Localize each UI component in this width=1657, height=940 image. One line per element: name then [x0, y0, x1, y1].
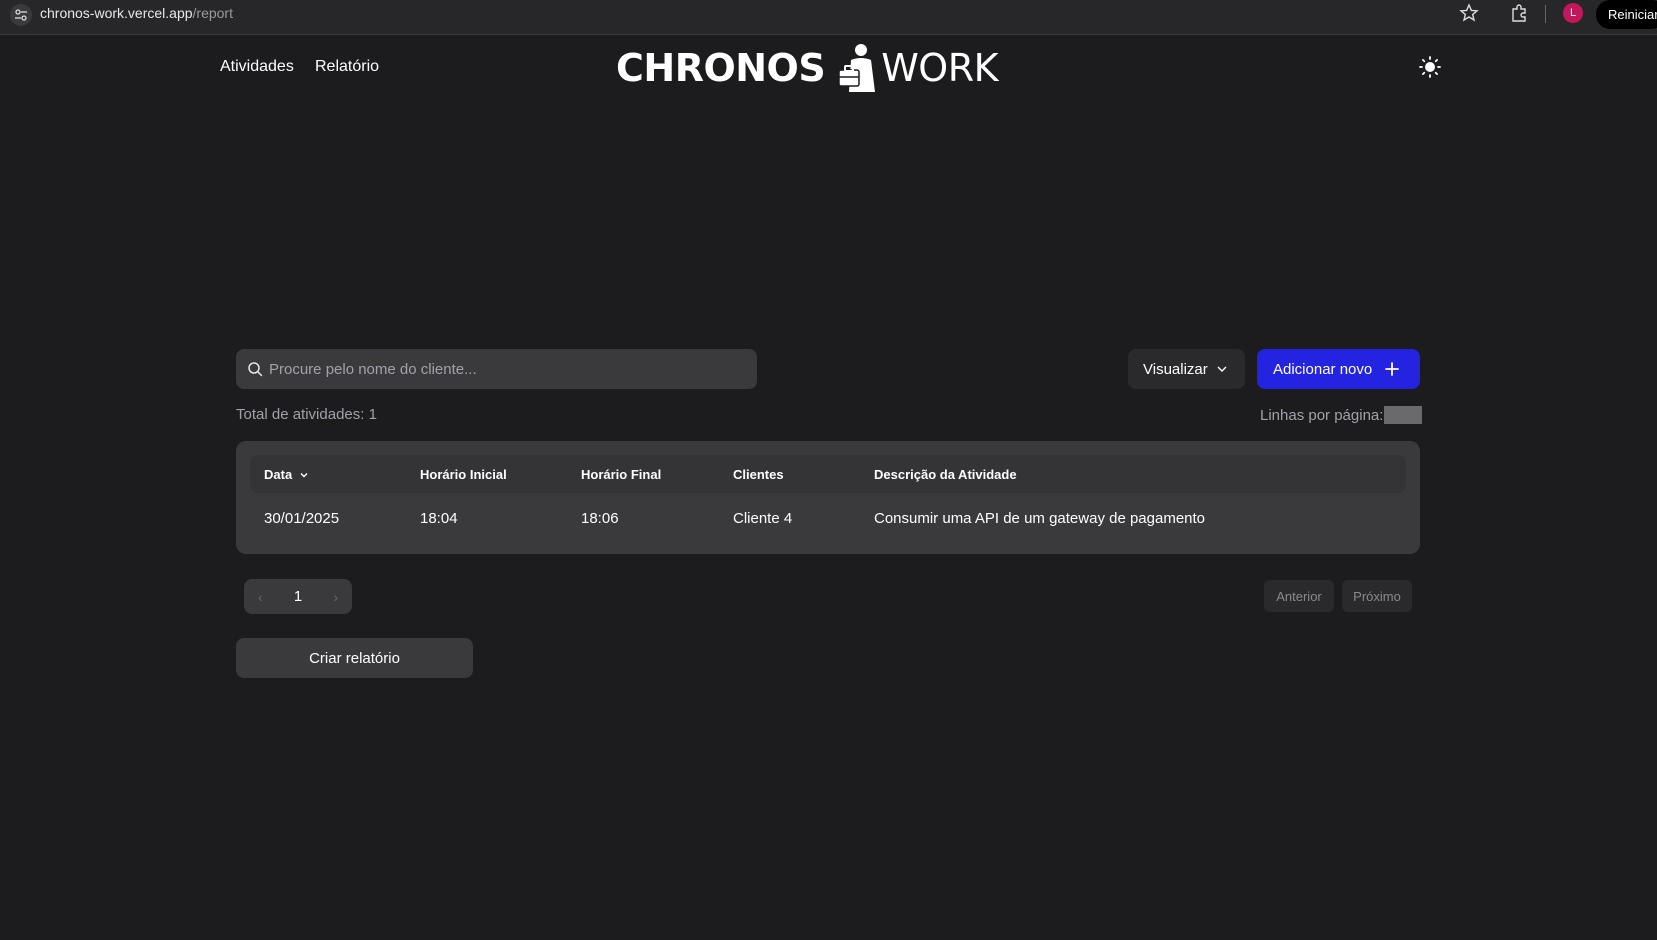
nav-relatorio[interactable]: Relatório — [315, 58, 379, 76]
bookmark-star-icon[interactable] — [1459, 3, 1479, 23]
nav-atividades[interactable]: Atividades — [220, 58, 294, 76]
view-button-label: Visualizar — [1143, 360, 1208, 378]
chevron-down-icon — [1217, 366, 1227, 372]
cell-descricao: Consumir uma API de um gateway de pagame… — [874, 510, 1206, 527]
column-header-label: Data — [264, 467, 293, 482]
column-header-descricao: Descrição da Atividade — [874, 467, 1017, 482]
extensions-puzzle-icon[interactable] — [1509, 3, 1529, 23]
toolbar-divider — [1545, 5, 1546, 23]
next-page-button[interactable]: Próximo — [1342, 580, 1412, 612]
add-new-button[interactable]: Adicionar novo — [1257, 349, 1420, 389]
cell-data: 30/01/2025 — [264, 510, 340, 527]
chevron-right-icon[interactable]: › — [333, 589, 338, 605]
cell-horario-inicial: 18:04 — [420, 510, 458, 527]
rows-per-page: Linhas por página: 10 — [1260, 406, 1423, 424]
column-header-clientes: Clientes — [733, 467, 784, 482]
businessman-logo-icon — [838, 44, 876, 92]
previous-page-button[interactable]: Anterior — [1264, 580, 1334, 612]
current-page-number[interactable]: 1 — [294, 588, 302, 605]
column-header-horario-inicial: Horário Inicial — [420, 467, 507, 482]
cell-cliente: Cliente 4 — [733, 510, 793, 527]
total-activities-count: Total de atividades: 1 — [236, 406, 377, 423]
chevron-left-icon[interactable]: ‹ — [258, 589, 263, 605]
site-settings-icon[interactable] — [10, 4, 32, 26]
view-columns-button[interactable]: Visualizar — [1128, 349, 1245, 389]
search-icon — [248, 362, 263, 377]
sort-chevron-down-icon[interactable] — [298, 469, 310, 481]
column-header-horario-final: Horário Final — [581, 467, 662, 482]
url-host: chronos-work.vercel.app — [40, 5, 193, 21]
address-bar[interactable]: chronos-work.vercel.app/report — [40, 4, 233, 22]
add-button-label: Adicionar novo — [1273, 360, 1373, 378]
create-report-button[interactable]: Criar relatório — [236, 638, 473, 678]
logo-text-left: CHRONOS — [616, 46, 826, 90]
restart-button[interactable]: Reiniciar — [1596, 0, 1657, 29]
logo-text-right: WORK — [881, 46, 999, 90]
search-input[interactable] — [269, 360, 757, 378]
client-search-box[interactable] — [236, 349, 757, 389]
url-path: /report — [192, 5, 233, 21]
cell-horario-final: 18:06 — [581, 510, 619, 527]
plus-icon — [1385, 362, 1400, 376]
rows-per-page-label: Linhas por página: — [1260, 406, 1384, 424]
chronos-work-logo[interactable]: CHRONOS WORK — [616, 42, 1042, 94]
column-header-data[interactable]: Data — [264, 467, 310, 482]
page-selector: ‹ 1 › — [244, 579, 352, 614]
table-header: Data Horário Inicial Horário Final Clien… — [250, 455, 1406, 493]
profile-avatar[interactable]: L — [1563, 3, 1583, 23]
sun-theme-toggle-icon[interactable] — [1419, 56, 1441, 78]
browser-toolbar: chronos-work.vercel.app/report L Reinici… — [0, 0, 1657, 35]
activities-table: Data Horário Inicial Horário Final Clien… — [236, 441, 1420, 554]
rows-per-page-select[interactable]: 10 — [1384, 406, 1423, 424]
table-row[interactable]: 30/01/2025 18:04 18:06 Cliente 4 Consumi… — [250, 499, 1406, 541]
